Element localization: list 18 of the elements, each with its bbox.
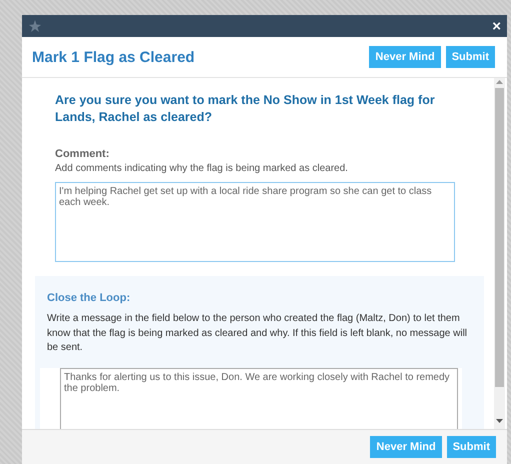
scrollbar-thumb[interactable] (495, 88, 504, 387)
dialog-title: Mark 1 Flag as Cleared (32, 48, 195, 66)
close-the-loop-label: Close the Loop: (47, 292, 132, 304)
scroll-up-icon[interactable] (496, 78, 503, 86)
comment-help-text: Add comments indicating why the flag is being marked as cleared. (55, 162, 349, 176)
never-mind-button[interactable]: Never Mind (370, 436, 442, 458)
scroll-down-icon[interactable] (496, 417, 503, 425)
submit-button[interactable]: Submit (446, 436, 496, 458)
submit-button[interactable]: Submit (446, 46, 495, 68)
close-the-loop-help-text: Write a message in the field below to the person who created the flag (Maltz, Don) to let them know that the flag is being marked as cleared and why. If this field is left blank, no message will be sent. (47, 312, 468, 355)
message-field[interactable]: Thanks for alerting us to this issue, Don. We are working closely with Rachel to remedy the problem. (60, 368, 458, 429)
never-mind-button[interactable]: Never Mind (369, 46, 441, 68)
comment-field[interactable]: I'm helping Rachel get set up with a local ride share program so she can get to class each week. (55, 182, 455, 262)
scrollbar[interactable] (494, 78, 505, 429)
close-button[interactable]: × (492, 18, 501, 34)
comment-label: Comment: (55, 148, 110, 160)
star-icon (28, 19, 42, 33)
confirmation-question: Are you sure you want to mark the No Show in 1st Week flag for Lands, Rachel as cleared? (55, 92, 436, 126)
